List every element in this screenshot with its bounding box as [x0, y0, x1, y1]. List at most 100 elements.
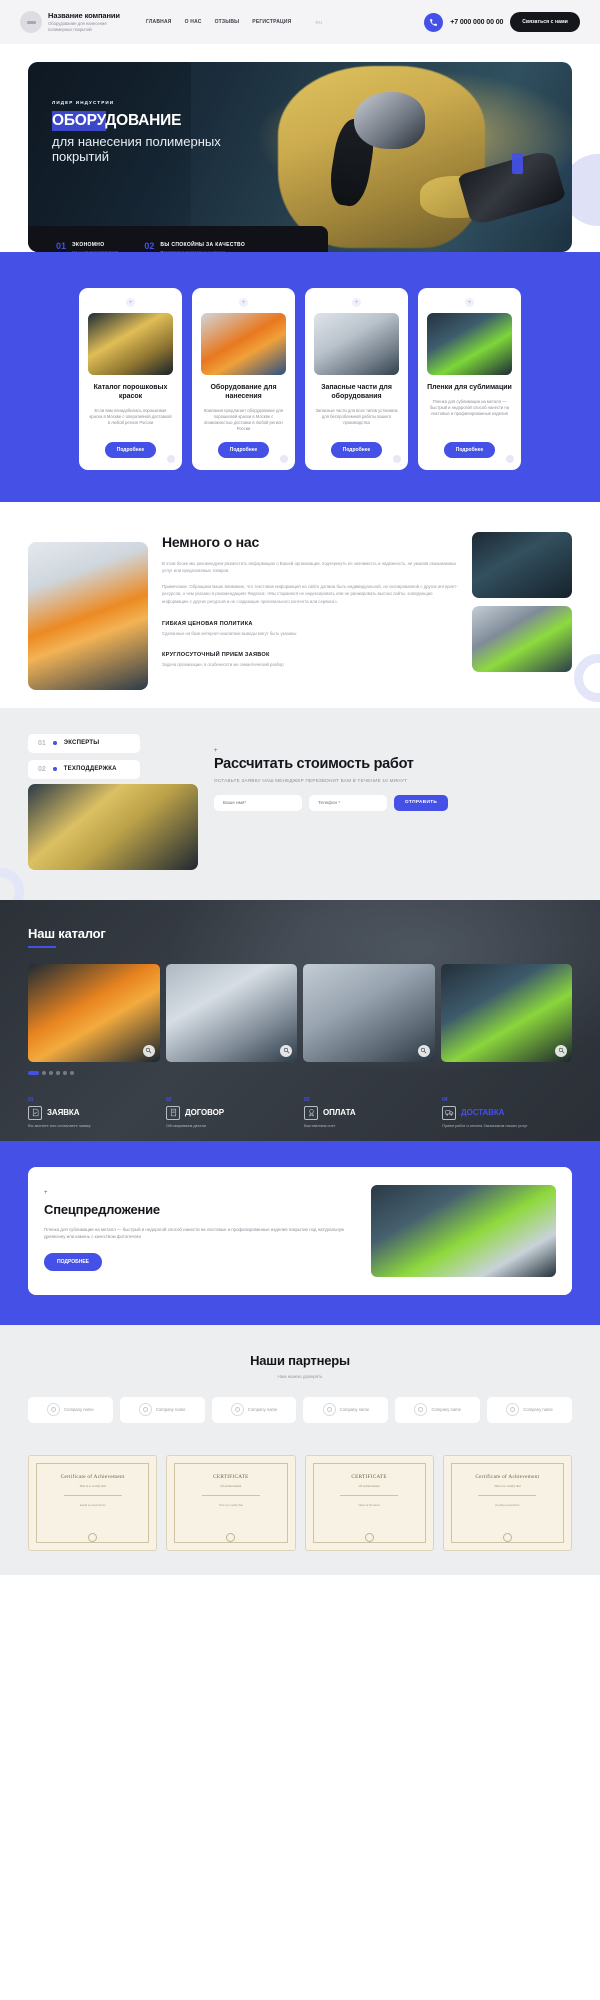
carousel-dot[interactable] [70, 1070, 74, 1075]
service-card[interactable]: + Каталог порошковых красок Если вам пон… [79, 288, 182, 470]
service-card-image [88, 313, 173, 375]
about-paragraph: В этом блоке мы рекомендуем разместить и… [162, 560, 457, 574]
service-card-title: Каталог порошковых красок [93, 384, 168, 400]
calc-subtitle: ОСТАВЬТЕ ЗАЯВКУ НАШ МЕНЕДЖЕР ПЕРЕЗВОНИТ … [214, 777, 408, 783]
magnifier-icon[interactable] [417, 1044, 430, 1057]
about-section: Немного о нас В этом блоке мы рекомендуе… [0, 501, 600, 708]
service-card[interactable]: + Пленки для сублимации Пленка для субли… [418, 288, 521, 470]
partners-logos: Company name Company name Company name C… [28, 1396, 572, 1423]
carousel-dot[interactable] [28, 1070, 39, 1075]
language-switcher[interactable]: RU [315, 20, 322, 25]
hero-kicker: ЛИДЕР ИНДУСТРИИ [52, 100, 115, 105]
contact-button[interactable]: Связаться с нами [510, 12, 580, 32]
title-underline [28, 945, 56, 948]
plus-icon: + [239, 298, 248, 307]
partner-logo[interactable]: Company name [119, 1396, 205, 1423]
process-step: 04 ДОСТАВКА Прием работ и оплата Заказчи… [442, 1097, 572, 1129]
partner-logo[interactable]: Company name [303, 1396, 389, 1423]
about-feature-title: КРУГЛОСУТОЧНЫЙ ПРИЕМ ЗАЯВОК [162, 652, 270, 659]
about-feature-text: Сделанные на базе интернет-аналитики выв… [162, 631, 297, 637]
certificate-heading: Certificate of Achievement [475, 1473, 540, 1480]
partner-logo[interactable]: Company name [487, 1396, 572, 1423]
phone-input[interactable] [309, 794, 387, 811]
hero-banner: ЛИДЕР ИНДУСТРИИ ОБОРУДОВАНИЕ для нанесен… [28, 62, 572, 252]
partner-logo[interactable]: Company name [211, 1396, 297, 1423]
certificate-item[interactable]: CERTIFICATE Of Achievement This is to ce… [166, 1454, 296, 1551]
special-offer-text: Пленка для сублимации на металл — быстры… [44, 1226, 345, 1240]
process-step: 03 ОПЛАТА Выставляем счет [304, 1097, 434, 1129]
divider [478, 1494, 537, 1496]
certificate-item[interactable]: Certificate of Achievement This is to ce… [28, 1454, 158, 1551]
service-card-button[interactable]: Подробнее [443, 441, 496, 458]
catalog-item[interactable] [303, 963, 435, 1062]
badge-icon [304, 1105, 318, 1120]
service-card[interactable]: + Оборудование для нанесения Компания пр… [192, 288, 295, 470]
partner-logo[interactable]: Company name [28, 1396, 113, 1423]
service-card-button[interactable]: Подробнее [217, 441, 270, 458]
partner-name: Company name [339, 1407, 370, 1413]
carousel-dot[interactable] [56, 1070, 60, 1075]
catalog-item[interactable] [28, 963, 160, 1062]
plus-icon: + [44, 1189, 48, 1196]
nav-item-registration[interactable]: РЕГИСТРАЦИЯ [252, 19, 291, 25]
phone-icon[interactable] [424, 12, 444, 32]
document-check-icon [28, 1105, 42, 1120]
about-paragraph: Примечание. Обращаем Ваше внимание, что … [162, 583, 458, 604]
special-offer-section: + Спецпредложение Пленка для сублимации … [0, 1140, 600, 1325]
company-tagline: Оборудование для нанесения полимерных по… [48, 21, 107, 32]
nav-item-about[interactable]: О НАС [185, 19, 202, 25]
partners-title: Наши партнеры [250, 1352, 350, 1368]
corner-dot-icon [280, 454, 288, 463]
benefit-item: 02 ВЫ СПОКОЙНЫ ЗА КАЧЕСТВО Поставляем пр… [144, 241, 246, 252]
step-text: Обговариваем детали [166, 1122, 207, 1128]
magnifier-icon[interactable] [142, 1044, 155, 1057]
process-steps: 01 ЗАЯВКА Вы звоните или оставляете заяв… [28, 1097, 572, 1129]
carousel-dot[interactable] [49, 1070, 53, 1075]
process-step: 02 ДОГОВОР Обговариваем детали [166, 1097, 296, 1129]
chip-label: ЭКСПЕРТЫ [63, 740, 100, 747]
plus-icon: + [214, 747, 218, 754]
step-text: Вы звоните или оставляете заявку [28, 1122, 91, 1128]
nav-item-reviews[interactable]: ОТЗЫВЫ [215, 19, 240, 25]
service-card[interactable]: + Запасные части для оборудования Запасн… [305, 288, 408, 470]
hero-respirator-image [354, 92, 426, 150]
calculate-section: 01 ЭКСПЕРТЫ 02 ТЕХПОДДЕРЖКА + Рассчитать… [0, 707, 600, 914]
catalog-item[interactable] [440, 963, 572, 1062]
phone-number[interactable]: +7 000 000 00 00 [450, 19, 503, 26]
service-card-image [314, 313, 399, 375]
service-card-image [427, 313, 512, 375]
partner-mark-icon [506, 1403, 520, 1417]
special-offer-button[interactable]: ПОДРОБНЕЕ [44, 1253, 103, 1272]
service-card-button[interactable]: Подробнее [330, 441, 383, 458]
plus-icon: + [352, 298, 361, 307]
certificate-item[interactable]: CERTIFICATE Of Achievement Name & Surnam… [304, 1454, 434, 1551]
seal-icon [364, 1532, 374, 1542]
partner-mark-icon [138, 1403, 152, 1417]
chip-number: 01 [38, 739, 46, 747]
name-input[interactable] [214, 794, 302, 811]
carousel-dot[interactable] [42, 1070, 46, 1075]
magnifier-icon[interactable] [280, 1044, 292, 1057]
certificate-body: award is presented to [79, 1503, 106, 1507]
partner-name: Company name [247, 1407, 278, 1413]
hero-title: ОБОРУДОВАНИЕ [52, 111, 182, 131]
catalog-item[interactable] [165, 963, 297, 1062]
hero-subtitle: для нанесения полимерных покрытий [52, 134, 221, 165]
submit-button[interactable]: ОТПРАВИТЬ [394, 794, 448, 811]
nav-item-home[interactable]: ГЛАВНАЯ [146, 19, 172, 25]
divider [201, 1494, 260, 1496]
plus-icon: + [126, 298, 135, 307]
step-title: ДОСТАВКА [461, 1108, 505, 1118]
partner-logo[interactable]: Company name [395, 1396, 481, 1423]
seal-icon [88, 1532, 98, 1542]
benefit-title: ВЫ СПОКОЙНЫ ЗА КАЧЕСТВО [160, 241, 246, 248]
corner-dot-icon [167, 454, 175, 463]
service-card-button[interactable]: Подробнее [104, 441, 157, 458]
carousel-dot[interactable] [63, 1070, 67, 1075]
certificate-item[interactable]: Certificate of Achievement This is to ce… [442, 1454, 572, 1551]
magnifier-icon[interactable] [555, 1044, 567, 1057]
certificate-body: This is to certify that [218, 1503, 243, 1507]
catalog-title: Наш каталог [28, 925, 106, 941]
logo[interactable]: Название компании Оборудование для нанес… [20, 11, 120, 33]
divider [340, 1494, 399, 1496]
